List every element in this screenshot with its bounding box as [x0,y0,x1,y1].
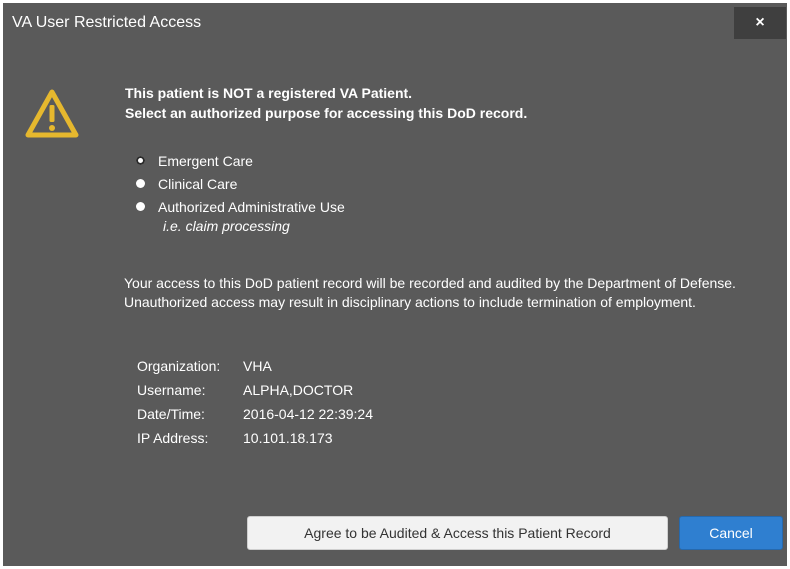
heading-line-1: This patient is NOT a registered VA Pati… [125,85,413,101]
audit-notice: Your access to this DoD patient record w… [124,275,736,310]
datetime-row: Date/Time: 2016-04-12 22:39:24 [137,402,373,426]
radio-unselected-icon[interactable] [136,202,145,211]
organization-row: Organization: VHA [137,354,373,378]
purpose-radio-group: Emergent Care Clinical Care Authorized A… [130,149,345,218]
radio-label: Emergent Care [158,152,253,169]
title-bar: VA User Restricted Access × [3,3,787,43]
username-value: ALPHA,DOCTOR [243,382,354,398]
ip-label: IP Address: [137,430,209,446]
radio-clinical-care[interactable]: Clinical Care [130,172,345,195]
ip-row: IP Address: 10.101.18.173 [137,426,373,450]
heading-line-2: Select an authorized purpose for accessi… [125,105,528,121]
organization-label: Organization: [137,358,221,374]
radio-note: i.e. claim processing [163,218,290,234]
radio-selected-icon[interactable] [136,156,145,165]
cancel-button[interactable]: Cancel [679,516,783,550]
radio-label: Authorized Administrative Use [158,198,345,215]
patient-warning-heading: This patient is NOT a registered VA Pati… [125,83,527,123]
warning-triangle-icon [25,89,79,138]
audit-info: Organization: VHA Username: ALPHA,DOCTOR… [137,354,373,450]
ip-value: 10.101.18.173 [243,430,333,446]
organization-value: VHA [243,358,272,374]
radio-authorized-admin-use[interactable]: Authorized Administrative Use [130,195,345,218]
dialog-title: VA User Restricted Access [12,14,202,31]
radio-unselected-icon[interactable] [136,179,145,188]
datetime-value: 2016-04-12 22:39:24 [243,406,373,422]
restricted-access-dialog: VA User Restricted Access × This patient… [3,3,787,566]
agree-access-button[interactable]: Agree to be Audited & Access this Patien… [247,516,668,550]
username-row: Username: ALPHA,DOCTOR [137,378,373,402]
close-icon: × [755,14,765,31]
datetime-label: Date/Time: [137,406,205,422]
radio-emergent-care[interactable]: Emergent Care [130,149,345,172]
radio-label: Clinical Care [158,175,238,192]
username-label: Username: [137,382,206,398]
close-button[interactable]: × [734,7,786,39]
